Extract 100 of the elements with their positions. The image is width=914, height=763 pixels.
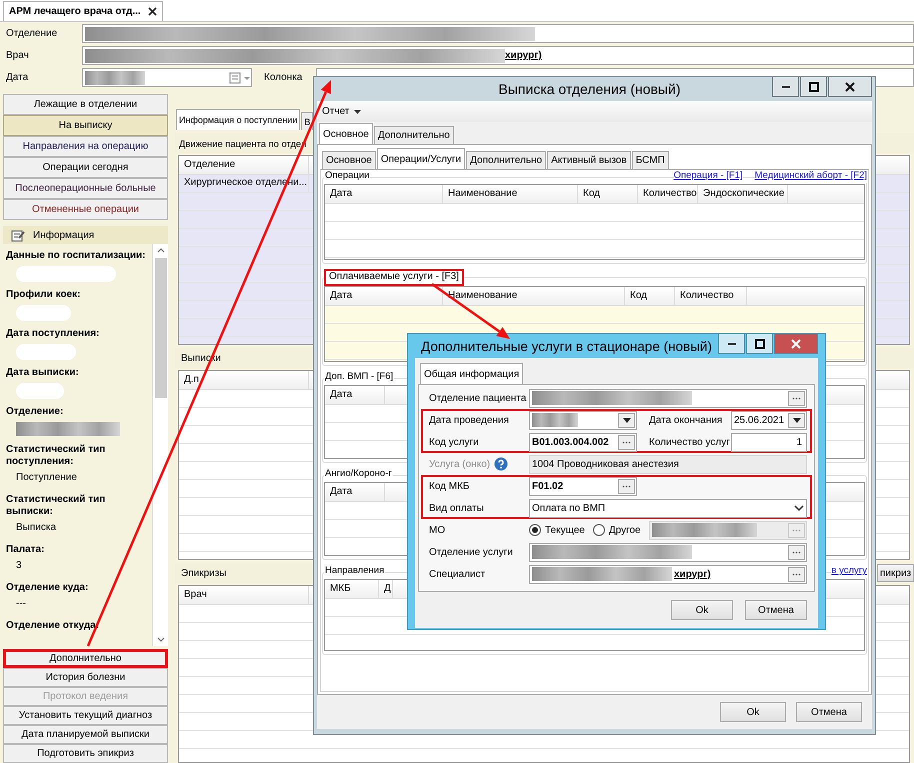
date-picker[interactable]: 25.06.2021 [731,410,807,430]
link[interactable]: в услугу [831,565,867,578]
scrollbar[interactable] [152,244,168,646]
number-field[interactable]: 1 [731,432,807,452]
code-field[interactable]: F01.02 [529,476,637,496]
group-title: Ангио/Короно-г [324,468,393,481]
dialog-button[interactable]: Ok [720,702,786,722]
dialog-button[interactable]: Отмена [745,600,807,620]
field-label: Дата окончания [648,414,724,426]
minimize-button[interactable] [718,334,745,354]
browse-button[interactable] [788,544,805,560]
window-title: Дополнительные услуги в стационаре (новый) [420,338,713,354]
nav-button[interactable]: Операции сегодня [3,157,168,178]
link[interactable]: Медицинский аборт - [F2] [754,170,867,183]
action-button[interactable]: Дополнительно [3,649,168,668]
maximize-button[interactable] [746,334,773,354]
lookup-field[interactable]: хирург) [529,564,807,584]
dropdown[interactable]: Оплата по ВМП [529,498,807,518]
column-header[interactable]: Д.п [179,371,309,389]
field-label: Количество услуг [648,436,731,448]
browse-button[interactable] [618,434,635,450]
browse-button[interactable] [788,566,805,582]
tab[interactable]: В [301,112,314,130]
nav-button[interactable]: Отмененные операции [3,199,168,220]
column-header[interactable]: Эндоскопические [698,185,788,203]
tab[interactable]: Дополнительно [466,151,546,169]
maximize-button[interactable] [800,77,827,97]
info-label: Статистический тип выписки: [6,494,106,518]
column-header[interactable]: Дата [325,483,385,501]
info-value: Поступление [15,471,78,485]
readonly-field: 1004 Проводниковая анестезия [529,454,807,474]
epicrisis-button[interactable]: пикриз [877,564,914,582]
info-label: Отделение: [6,406,64,418]
field-label: Код МКБ [428,480,470,492]
radio-option[interactable]: Другое [592,524,641,536]
scroll-thumb[interactable] [154,258,166,398]
hidden-value [16,383,64,399]
ellipsis-icon [792,528,801,532]
notepad-icon [11,228,25,242]
ellipsis-icon [792,396,801,400]
report-menu[interactable]: Отчет [319,106,364,117]
column-header[interactable]: Количество [638,185,698,203]
tab[interactable]: БСМП [632,151,669,169]
tab[interactable]: Основное [319,123,373,144]
info-value: 3 [15,559,23,573]
browse-button[interactable] [618,478,635,494]
tab[interactable]: Основное [322,151,376,169]
column-header[interactable]: Наименование [443,185,578,203]
close-button[interactable] [828,77,872,97]
minimize-button[interactable] [772,77,799,97]
column-header[interactable]: Врач [179,586,309,604]
code-field[interactable]: B01.003.004.002 [529,432,637,452]
redacted-text [85,70,145,84]
action-button[interactable]: История болезни [3,668,168,687]
dropdown-button[interactable] [788,412,805,428]
lookup-field[interactable] [529,542,807,562]
tab[interactable]: Операции/Услуги [376,148,466,169]
nav-button[interactable]: Направления на операцию [3,136,168,157]
column-header[interactable]: Дата [325,386,385,404]
hidden-value [16,344,76,360]
text-field[interactable]: хирург) [82,46,914,65]
text-field[interactable] [82,24,914,43]
action-button[interactable]: Дата планируемой выписки [3,725,168,744]
date-field[interactable] [82,68,252,87]
field-label: Отделение услуги [428,546,514,558]
action-button[interactable]: Подготовить эпикриз [3,744,168,763]
field-label: Специалист [428,568,486,580]
tab[interactable]: Общая информация [420,363,524,384]
column-header[interactable]: Отделение [179,156,309,174]
info-label: Дата поступления: [6,328,100,340]
nav-button[interactable]: Лежащие в отделении [3,94,168,115]
ellipsis-icon [622,484,631,488]
column-header[interactable]: Наименование [443,287,625,305]
column-header[interactable]: Дата [325,185,443,203]
column-header[interactable]: Код [578,185,638,203]
column-header[interactable]: Д [379,580,393,598]
app-tab[interactable]: АРМ лечащего врача отд... [3,1,163,21]
column-header[interactable]: Дата [325,287,443,305]
dropdown-button[interactable] [618,412,635,428]
caret-icon [622,418,630,422]
browse-button[interactable] [788,390,805,406]
radio-option[interactable]: Текущее [529,524,585,536]
action-button[interactable]: Установить текущий диагноз [3,706,168,725]
tab[interactable]: Информация о поступлении [176,109,300,130]
column-header[interactable]: Количество [675,287,747,305]
info-label: Палата: [6,544,46,556]
info-value: Выписка [15,521,58,535]
dialog-button[interactable]: Отмена [796,702,862,722]
tab[interactable]: Активный вызов [547,151,631,169]
nav-button[interactable]: Послеоперационные больные [3,178,168,199]
column-header[interactable]: Код [625,287,675,305]
link[interactable]: Операция - [F1] [674,170,743,183]
field-label: МО [428,524,446,536]
column-header[interactable]: МКБ [325,580,379,598]
dialog-button[interactable]: Ok [671,600,733,620]
nav-button[interactable]: На выписку [3,115,168,136]
lookup-field[interactable] [529,388,807,408]
tab[interactable]: Дополнительно [374,126,454,144]
date-picker[interactable] [529,410,637,430]
minimize-icon [782,86,790,88]
